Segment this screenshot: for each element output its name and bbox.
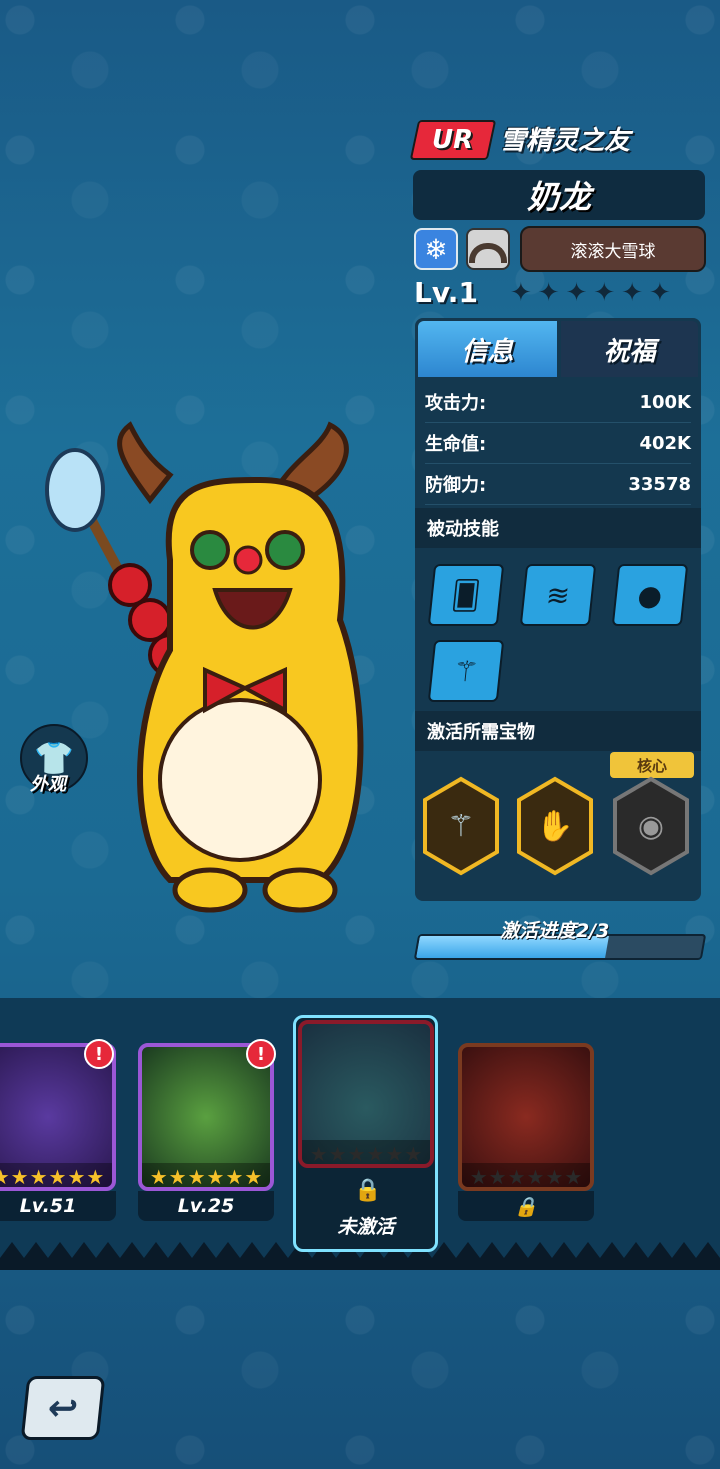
star-icon: ✦	[593, 278, 616, 308]
skewer-icon: ⚚	[447, 808, 475, 844]
activation-progress-label: 激活进度2/3	[500, 920, 610, 942]
stat-label: 攻击力:	[425, 393, 487, 414]
stat-value: 402K	[639, 432, 691, 454]
tab-blessing[interactable]: 祝福	[561, 321, 698, 377]
card-lock: 🔒	[458, 1191, 594, 1221]
orb-skill-icon[interactable]: ●	[611, 564, 689, 626]
back-arrow-icon: ↩	[45, 1387, 81, 1429]
card-level: Lv.51	[0, 1191, 116, 1221]
stat-attack: 攻击力: 100K	[425, 382, 691, 423]
info-panel: 信息 祝福 攻击力: 100K 生命值: 402K 防御力: 33578 被动技…	[415, 318, 701, 901]
card-status: 未激活	[337, 1215, 395, 1238]
stat-value: 33578	[628, 473, 691, 495]
hero-name: 奶龙	[413, 170, 705, 220]
skewer-skill-icon[interactable]: ⚚	[427, 640, 505, 702]
roster-card-beast[interactable]: ★ ★ ★ ★ ★ ★ 🔒	[458, 1043, 594, 1221]
card-level: Lv.25	[138, 1191, 274, 1221]
glove-icon: ✋	[536, 808, 574, 844]
hero-level: Lv.1	[414, 276, 478, 309]
treasure-glove[interactable]: ✋	[515, 776, 595, 876]
card-skill-icon[interactable]: 🂠	[427, 564, 505, 626]
class-arc-icon[interactable]	[466, 228, 510, 270]
crystal-ball-icon: ◉	[637, 808, 665, 844]
skill-name-pill[interactable]: 滚滚大雪球	[520, 226, 706, 272]
back-button[interactable]: ↩	[20, 1376, 106, 1440]
ice-element-icon[interactable]: ❄	[414, 228, 458, 270]
stat-value: 100K	[639, 391, 691, 413]
passive-skills-heading: 被动技能	[415, 508, 701, 548]
lock-icon: 🔒	[354, 1178, 382, 1203]
roster-card-monster[interactable]: ★★★★★★ ! Lv.51	[0, 1039, 116, 1221]
stat-label: 生命值:	[425, 434, 487, 455]
stat-defense: 防御力: 33578	[425, 464, 691, 505]
stat-hp: 生命值: 402K	[425, 423, 691, 464]
treasure-crystal-ball[interactable]: ◉	[611, 776, 691, 876]
star-icon: ✦	[537, 278, 560, 308]
alert-icon: !	[246, 1039, 276, 1069]
star-icon: ✦	[648, 278, 671, 308]
star-icon: ✦	[510, 278, 532, 308]
naolong-portrait: ★ ★ ★ ★ ★ ★	[298, 1020, 434, 1168]
beast-portrait: ★ ★ ★ ★ ★ ★	[458, 1043, 594, 1191]
claw-skill-icon[interactable]: ≋	[519, 564, 597, 626]
hero-subtitle: 雪精灵之友	[500, 126, 631, 156]
roster-card-naolong[interactable]: ★ ★ ★ ★ ★ ★ 🔒 未激活	[298, 1020, 434, 1238]
star-icon: ✦	[565, 278, 588, 308]
hero-portrait	[45, 421, 364, 913]
core-tag: 核心	[610, 752, 694, 778]
treasure-skewer[interactable]: ⚚	[421, 776, 501, 876]
treasures-heading: 激活所需宝物	[415, 711, 701, 751]
star-rating: ✦ ✦ ✦ ✦ ✦ ✦	[510, 280, 671, 306]
star-icon: ✦	[621, 278, 643, 308]
tab-info[interactable]: 信息	[418, 321, 557, 377]
alert-icon: !	[84, 1039, 114, 1069]
rarity-badge: UR	[409, 120, 497, 160]
roster-card-dragon[interactable]: ★ ★ ★ ★ ★ ★ ! Lv.25	[138, 1039, 276, 1221]
stat-label: 防御力:	[425, 475, 487, 496]
lock-icon: 🔒	[514, 1195, 538, 1218]
outfit-label: 外观	[30, 774, 66, 795]
